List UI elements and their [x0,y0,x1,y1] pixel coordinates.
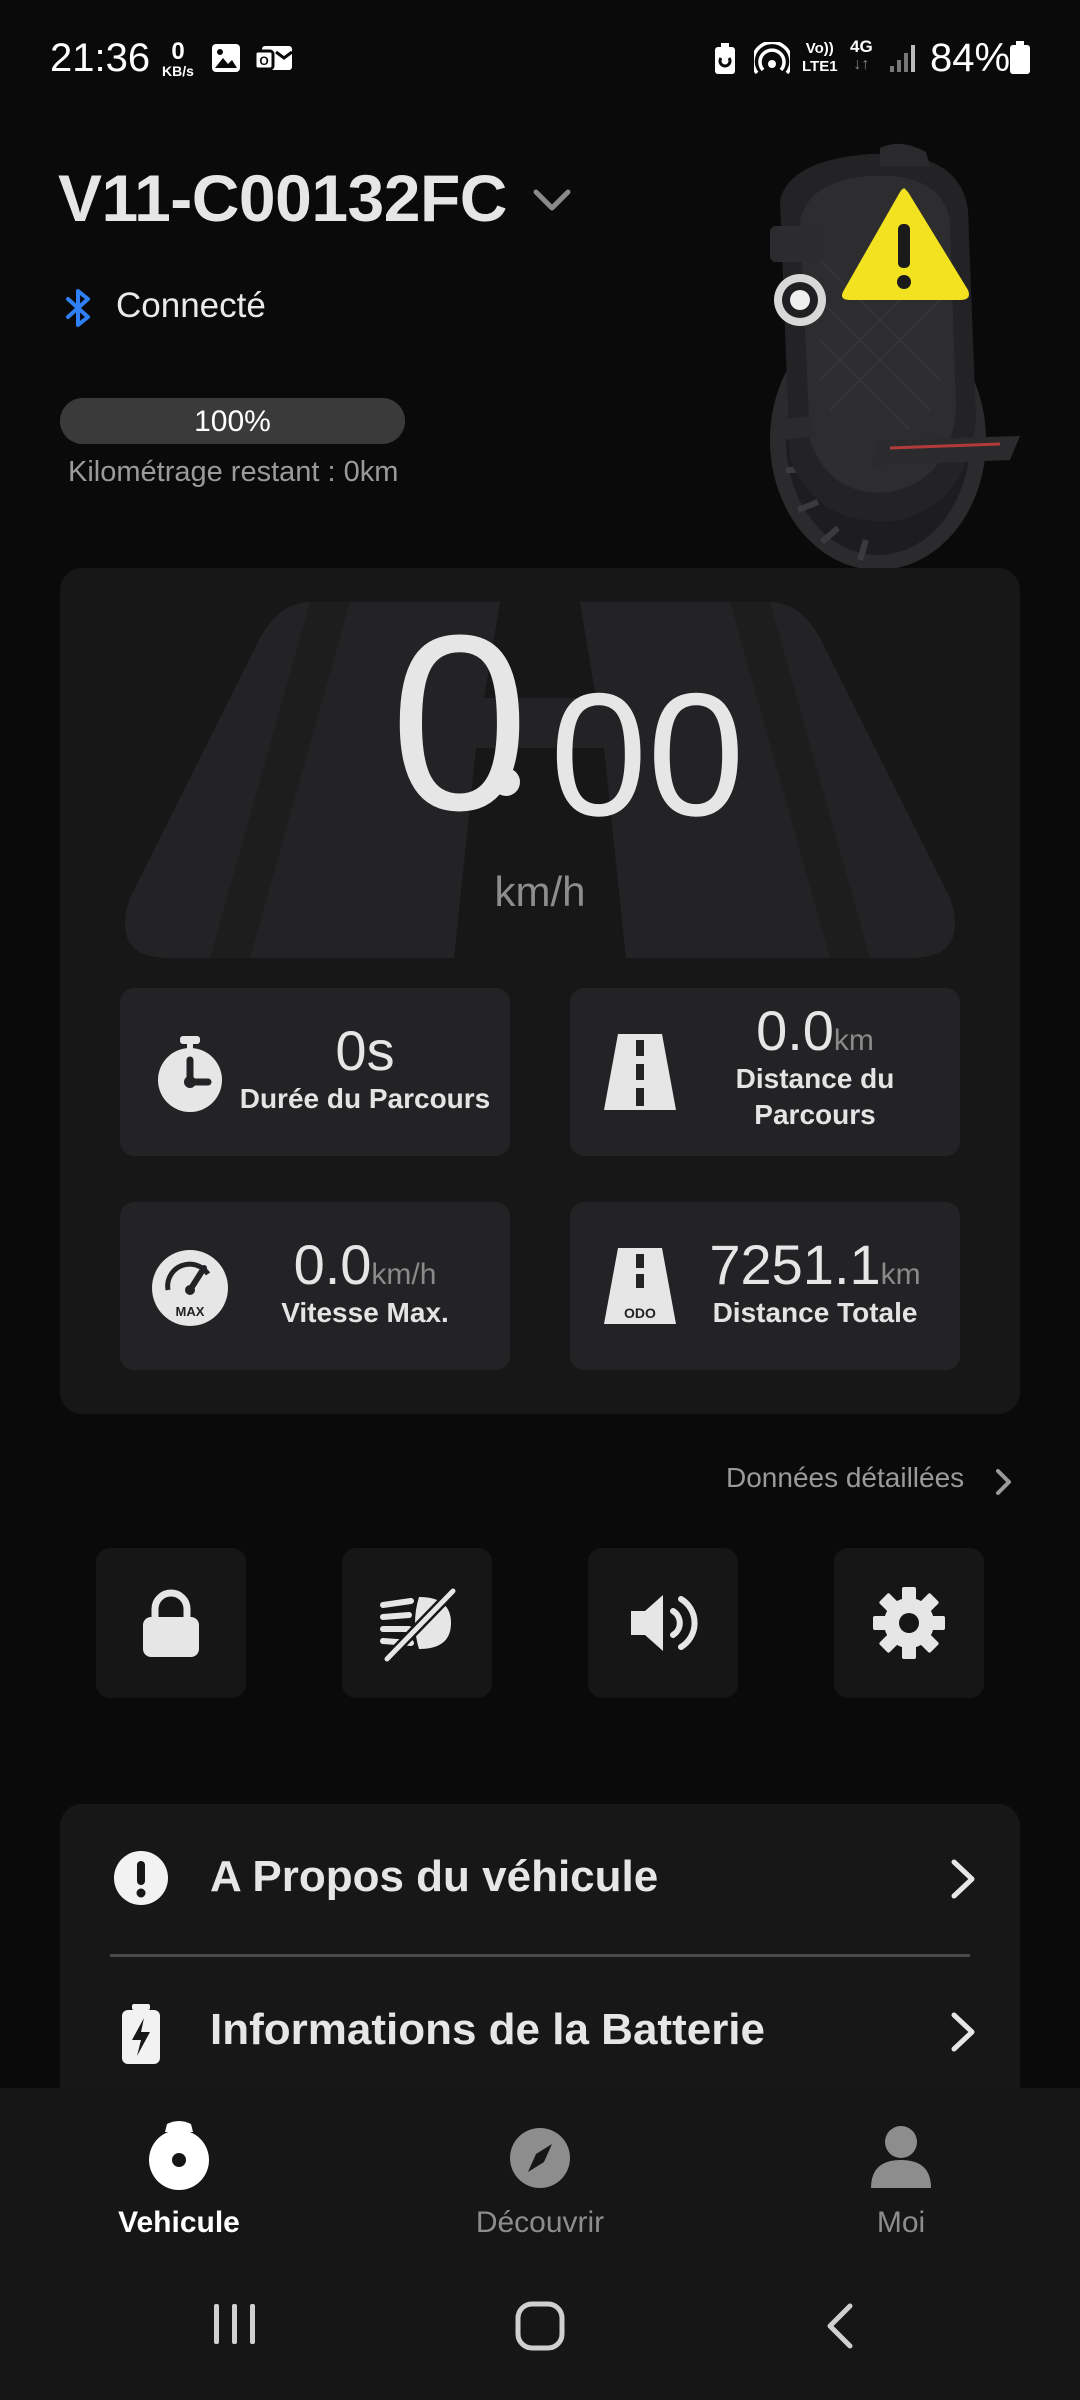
vehicle-image [770,143,1020,570]
nav-vehicule[interactable]: Vehicule [79,2118,279,2240]
stat-total-distance: ODO 7251.1km Distance Totale [570,1202,960,1370]
nav-moi[interactable]: Moi [801,2118,1001,2240]
bluetooth-icon [66,289,90,327]
stat-unit: km [833,1024,874,1057]
stat-label: Distance du Parcours [735,1062,895,1130]
remaining-range: Kilométrage restant : 0km [68,456,399,488]
stat-trip-distance: 0.0km Distance du Parcours [570,988,960,1156]
status-bar: 21:36 0 KB/s O Vo)) LTE1 4G ↓↑ 84% [0,0,1080,120]
nav-label: Moi [876,2206,926,2239]
list-item-about-vehicle[interactable]: A Propos du véhicule [60,1804,1020,1954]
speedometer-max-icon: MAX [152,1250,228,1326]
network-type-label: 4G [850,37,873,56]
nav-label: Découvrir [475,2206,605,2239]
back-icon[interactable] [820,2300,860,2352]
chevron-right-icon [951,2012,975,2052]
sound-button[interactable] [588,1548,738,1698]
info-exclamation-icon [114,1851,168,1905]
odometer-road-icon: ODO [604,1248,676,1324]
odo-badge: ODO [624,1305,656,1321]
gallery-icon [212,44,240,72]
stat-max-speed: MAX 0.0km/h Vitesse Max. [120,1202,510,1370]
list-item-battery-info[interactable]: Informations de la Batterie [60,1957,1020,2104]
chevron-right-icon [951,1859,975,1899]
headlight-off-icon [380,1587,457,1663]
speed-unit: km/h [494,868,586,915]
notification-icon: O [254,46,293,71]
net-speed-value: 0 [171,38,185,65]
network-type: 4G ↓↑ [850,37,873,74]
detailed-data-link[interactable]: Données détaillées [726,1462,964,1494]
speed-decimal-point [492,768,520,796]
status-battery-percent: 84% [930,36,1011,80]
volte-indicator: Vo)) LTE1 [802,40,838,76]
info-list: A Propos du véhicule Informations de la … [60,1804,1020,2104]
nav-decouvrir[interactable]: Découvrir [440,2118,640,2240]
list-item-label: A Propos du véhicule [210,1852,659,1901]
battery-level-bar: 100% [60,398,405,444]
net-speed-unit: KB/s [162,63,194,79]
list-item-label: Informations de la Batterie [210,2005,766,2054]
battery-icon [1010,41,1030,74]
stopwatch-icon [158,1036,222,1112]
stat-label: Distance Totale [712,1296,918,1328]
stat-value: 0s [335,1019,395,1082]
stat-value: 0.0 [756,999,834,1062]
system-nav-bar [0,2278,1080,2400]
vehicle-name[interactable]: V11-C00132FC [58,160,507,236]
volte-top: Vo)) [805,40,834,57]
speed-integer: 0 [390,583,530,862]
stat-label: Durée du Parcours [239,1082,491,1114]
stat-value: 7251.1 [709,1233,881,1296]
stat-trip-duration: 0s Durée du Parcours [120,988,510,1156]
battery-bolt-icon [122,2004,160,2064]
net-speed: 0 KB/s [158,38,198,79]
lock-icon [143,1589,199,1657]
road-icon [604,1034,676,1110]
stat-label: Vitesse Max. [281,1296,449,1328]
bottom-nav: Vehicule Découvrir Moi [0,2088,1080,2278]
settings-button[interactable] [834,1548,984,1698]
chevron-down-icon[interactable] [532,186,572,214]
stat-unit: km [880,1258,921,1291]
home-icon[interactable] [514,2300,566,2352]
dashboard-card: 0 00 km/h 0s Durée du Parcours 0.0km Dis… [60,568,1020,1414]
compass-icon [510,2128,570,2188]
volte-bottom: LTE1 [802,58,838,75]
recent-apps-icon[interactable] [210,2300,260,2348]
gear-icon [873,1587,945,1659]
speaker-icon [631,1595,698,1651]
battery-saver-icon [715,43,735,74]
wheel-icon [149,2121,209,2190]
stat-value: 0.0 [293,1233,372,1296]
signal-icon [890,45,915,72]
lock-button[interactable] [96,1548,246,1698]
speed-decimal: 00 [550,658,745,853]
hotspot-icon [754,42,790,75]
connection-status: Connecté [116,286,266,325]
light-button[interactable] [342,1548,492,1698]
battery-level-label: 100% [194,405,271,438]
status-time: 21:36 [50,36,151,80]
chevron-right-icon[interactable] [994,1467,1014,1497]
stat-unit: km/h [371,1258,437,1291]
nav-label: Vehicule [118,2206,240,2239]
person-icon [871,2126,931,2188]
max-badge: MAX [176,1304,205,1319]
svg-text:O: O [259,54,268,68]
